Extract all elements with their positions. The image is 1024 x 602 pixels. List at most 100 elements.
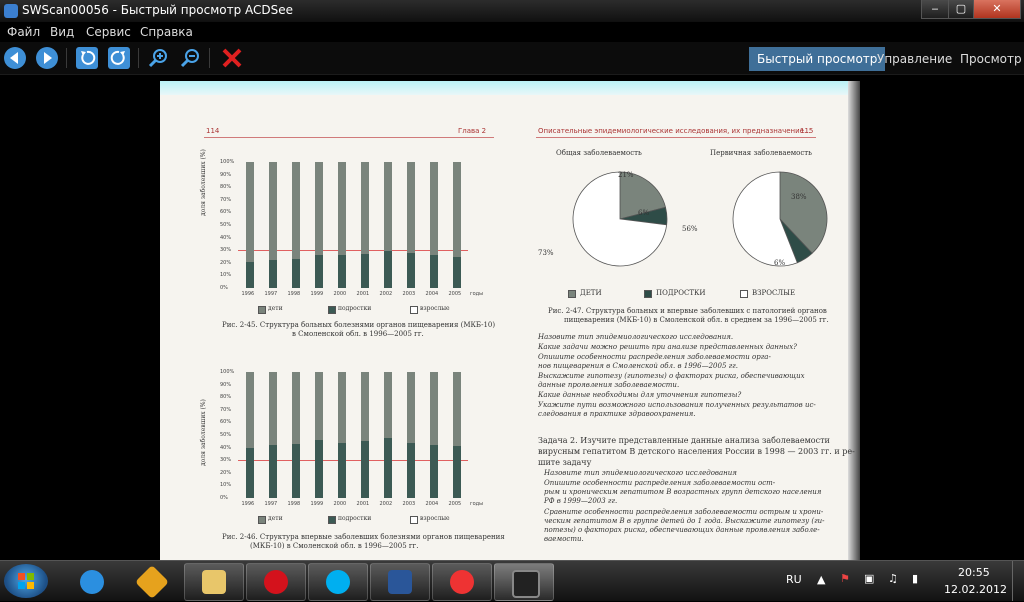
x-tick-label: 1998	[287, 291, 301, 297]
skype-icon[interactable]	[308, 563, 368, 601]
image-viewer[interactable]: 114 Глава 2 Описательные эпидемиологичес…	[0, 75, 1024, 560]
menu-help[interactable]: Справка	[140, 25, 193, 39]
bar-segment-teens	[337, 442, 346, 498]
network-error-icon[interactable]: ⚑	[840, 572, 850, 585]
minimize-button[interactable]: ‒	[921, 0, 949, 19]
acdsee-app-icon	[4, 4, 18, 18]
bar-1999	[314, 162, 323, 288]
forward-icon[interactable]	[36, 47, 58, 69]
clock-time[interactable]: 20:55	[958, 566, 990, 579]
legend-swatch-adults	[410, 516, 418, 524]
pie1-label-teens: 6%	[638, 209, 650, 217]
x-tick-label: 2002	[379, 291, 393, 297]
bar-segment-teens	[268, 445, 277, 498]
bar-segment-teens	[314, 255, 323, 288]
fig46-caption: Рис. 2-46. Структура впервые заболевших …	[222, 533, 505, 541]
bar-segment-teens	[429, 445, 438, 498]
bar-segment-teens	[406, 442, 415, 498]
zoom-in-icon[interactable]	[147, 47, 169, 69]
language-indicator[interactable]: RU	[786, 573, 802, 586]
x-tick-label: 1997	[264, 291, 278, 297]
tab-quick-view[interactable]: Быстрый просмотр	[749, 47, 886, 71]
acdsee-icon[interactable]	[494, 563, 554, 601]
toolbar: Быстрый просмотр Управление Просмотр	[0, 42, 1024, 75]
show-desktop-button[interactable]	[1012, 561, 1024, 601]
legend-swatch-adults	[410, 306, 418, 314]
bar-segment-adults	[429, 372, 438, 446]
tab-manage[interactable]: Управление	[869, 47, 960, 71]
taskbar: RU ▲ ⚑ ▣ ♫ ▮ 20:55 12.02.2012	[0, 560, 1024, 601]
menu-service[interactable]: Сервис	[86, 25, 131, 39]
signal-icon[interactable]: ▮	[912, 572, 918, 585]
header-rule	[536, 137, 816, 138]
bar-segment-teens	[406, 252, 415, 288]
bar-1997	[268, 372, 277, 498]
bar-1998	[291, 372, 300, 498]
zoom-out-icon[interactable]	[179, 47, 201, 69]
back-icon[interactable]	[4, 47, 26, 69]
maximize-button[interactable]: ▢	[948, 0, 974, 19]
rotate-left-icon[interactable]	[76, 47, 98, 69]
winamp-icon[interactable]	[122, 563, 182, 601]
chart-2-plot: 0% 10% 20% 30% 40% 50% 60% 70% 80% 90% 100% 1996 199…	[220, 369, 483, 507]
tab-view[interactable]: Просмотр	[952, 47, 1024, 71]
y-tick-label: 80%	[220, 184, 232, 191]
bar-1996	[245, 162, 254, 288]
menu-file[interactable]: Файл	[7, 25, 40, 39]
task-line: ваемости.	[544, 535, 584, 543]
bar-segment-adults	[429, 162, 438, 256]
bar-segment-teens	[268, 260, 277, 288]
list-item: нов пищеварения в Смоленской обл. в 1996…	[538, 362, 738, 370]
bar-segment-teens	[291, 443, 300, 498]
volume-icon[interactable]: ♫	[888, 572, 898, 585]
bar-chart-2: доля заболевших (%) 0% 10% 20% 30% 40% 50% 60%…	[200, 366, 500, 526]
bar-1998	[291, 162, 300, 288]
chart-1-plot: 0% 10% 20% 30% 40% 50% 60% 70% 80% 90% 100% 1996 199…	[220, 159, 483, 297]
menu-view[interactable]: Вид	[50, 25, 74, 39]
bar-segment-adults	[314, 372, 323, 441]
bar-segment-teens	[360, 441, 369, 498]
bar-2003	[406, 162, 415, 288]
explorer-icon[interactable]	[184, 563, 244, 601]
header-rule	[204, 137, 494, 138]
y-tick-label: 80%	[220, 394, 232, 401]
x-tick-label: 2001	[356, 501, 370, 507]
bar-segment-adults	[452, 372, 461, 447]
rotate-right-icon[interactable]	[108, 47, 130, 69]
x-tick-label: 2000	[333, 501, 347, 507]
delete-icon[interactable]	[221, 47, 243, 69]
task-line: Сравните особенности распределения забол…	[544, 508, 824, 516]
bar-segment-adults	[406, 162, 415, 253]
y-tick-label: 90%	[220, 171, 232, 178]
word-icon[interactable]	[370, 563, 430, 601]
task-line: шите задачу	[538, 458, 592, 467]
y-tick-label: 100%	[220, 159, 235, 165]
bar-segment-adults	[383, 162, 392, 252]
bar-segment-adults	[383, 372, 392, 438]
y-tick-label: 30%	[220, 457, 232, 464]
bar-2003	[406, 372, 415, 498]
start-button[interactable]	[4, 564, 48, 598]
bar-segment-adults	[245, 372, 254, 448]
bar-segment-teens	[360, 253, 369, 288]
y-tick-label: 40%	[220, 234, 232, 241]
y-tick-label: 60%	[220, 419, 232, 426]
legend-label-children: ДЕТИ	[580, 289, 602, 297]
legend-swatch-children	[258, 306, 266, 314]
bar-2005	[452, 162, 461, 288]
bar-segment-teens	[314, 440, 323, 498]
y-tick-label: 30%	[220, 247, 232, 254]
bar-1997	[268, 162, 277, 288]
fig45-caption: Рис. 2-45. Структура больных болезнями о…	[222, 321, 496, 329]
device-icon[interactable]: ▣	[864, 572, 874, 585]
tray-expand-icon[interactable]: ▲	[817, 573, 825, 586]
ie-icon[interactable]	[62, 563, 122, 601]
bar-segment-teens	[383, 251, 392, 288]
bar-segment-teens	[429, 255, 438, 288]
task-line: ческим гепатитом В в группе детей до 1 г…	[544, 517, 825, 525]
close-button[interactable]: ✕	[973, 0, 1021, 19]
clock-date[interactable]: 12.02.2012	[944, 583, 1007, 596]
opera-icon[interactable]	[246, 563, 306, 601]
finereader-icon[interactable]	[432, 563, 492, 601]
bar-segment-adults	[268, 372, 277, 446]
